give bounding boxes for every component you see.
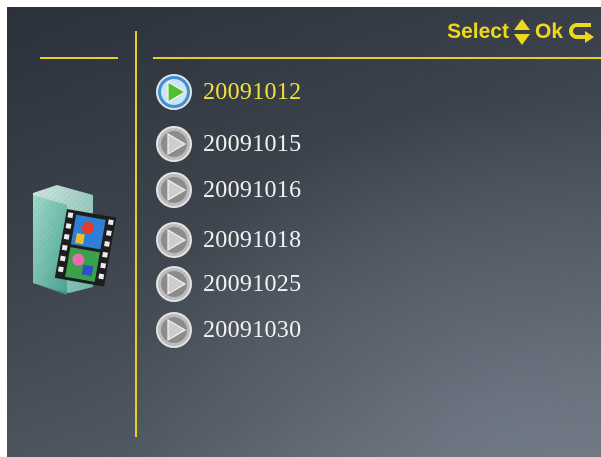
vertical-divider (135, 31, 137, 437)
file-item[interactable]: 20091025 (155, 265, 301, 303)
file-list: 20091012 20091015 20091016 20091018 20091025… (155, 7, 595, 457)
play-icon (156, 266, 192, 302)
file-item[interactable]: 20091030 (155, 311, 301, 349)
sidebar-divider (40, 57, 118, 59)
play-icon (156, 172, 192, 208)
file-browser-screen: Select Ok 20091012 20091015 20091016 200… (7, 7, 601, 457)
file-label: 20091018 (203, 226, 302, 253)
file-label: 20091025 (203, 270, 302, 297)
file-label: 20091030 (203, 316, 302, 343)
file-label: 20091012 (203, 78, 302, 105)
play-icon (156, 74, 192, 110)
play-icon (156, 222, 192, 258)
file-item[interactable]: 20091015 (155, 125, 301, 163)
play-icon (156, 312, 192, 348)
file-item[interactable]: 20091016 (155, 171, 301, 209)
file-item[interactable]: 20091018 (155, 221, 301, 259)
play-icon (156, 126, 192, 162)
file-label: 20091015 (203, 130, 302, 157)
file-item[interactable]: 20091012 (155, 73, 301, 111)
video-folder-icon (33, 185, 117, 295)
file-label: 20091016 (203, 176, 302, 203)
